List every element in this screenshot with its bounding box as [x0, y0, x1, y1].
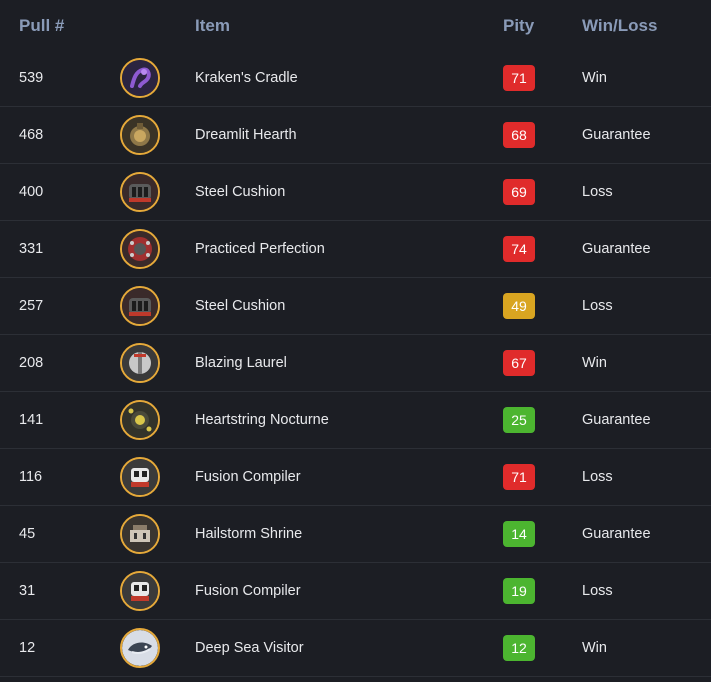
pity-cell: 25 [503, 392, 535, 448]
item-icon-cell [120, 620, 160, 676]
item-icon-cell [120, 392, 160, 448]
item-name: Blazing Laurel [195, 355, 287, 371]
item-icon-cell [120, 278, 160, 334]
table-row: 141 Heartstring Nocturne 25 Guarantee [0, 391, 711, 448]
pull-number: 400 [19, 184, 44, 200]
table-row: 31 Fusion Compiler 19 Loss [0, 562, 711, 619]
pity-badge: 71 [503, 464, 535, 490]
pity-badge: 71 [503, 65, 535, 91]
win-loss: Guarantee [582, 412, 651, 428]
table-header: Pull # Item Pity Win/Loss [0, 0, 711, 50]
laurel-icon [120, 343, 160, 383]
hearth-icon [120, 115, 160, 155]
table-row: 331 Practiced Perfection 74 Guarantee [0, 220, 711, 277]
pull-number: 141 [19, 412, 44, 428]
pity-cell: 19 [503, 563, 535, 619]
table-row: 12 Deep Sea Visitor 12 Win [0, 619, 711, 676]
pull-number: 12 [19, 640, 36, 656]
pull-number: 539 [19, 70, 44, 86]
table-row: 208 Blazing Laurel 67 Win [0, 334, 711, 391]
pity-badge: 68 [503, 122, 535, 148]
item-name: Steel Cushion [195, 184, 286, 200]
win-loss: Guarantee [582, 127, 651, 143]
header-pull: Pull # [19, 16, 65, 35]
pity-badge: 14 [503, 521, 535, 547]
perfection-icon [120, 229, 160, 269]
pull-history-table: Pull # Item Pity Win/Loss 539 Kraken's Cr… [0, 0, 711, 677]
pull-number: 31 [19, 583, 36, 599]
item-icon-cell [120, 50, 160, 106]
table-bottom-border [0, 676, 711, 677]
table-row: 400 Steel Cushion 69 Loss [0, 163, 711, 220]
kraken-icon [120, 58, 160, 98]
table-body: 539 Kraken's Cradle 71 Win 468 Dreamlit Heart… [0, 50, 711, 677]
pity-cell: 71 [503, 449, 535, 505]
pity-badge: 69 [503, 179, 535, 205]
win-loss: Win [582, 355, 607, 371]
win-loss: Guarantee [582, 526, 651, 542]
pity-cell: 74 [503, 221, 535, 277]
item-name: Fusion Compiler [195, 469, 301, 485]
item-name: Dreamlit Hearth [195, 127, 297, 143]
compiler-icon [120, 457, 160, 497]
item-name: Hailstorm Shrine [195, 526, 303, 542]
win-loss: Loss [582, 469, 613, 485]
item-name: Heartstring Nocturne [195, 412, 329, 428]
pull-number: 45 [19, 526, 36, 542]
pity-cell: 68 [503, 107, 535, 163]
item-icon-cell [120, 335, 160, 391]
item-icon-cell [120, 164, 160, 220]
pity-cell: 71 [503, 50, 535, 106]
item-name: Steel Cushion [195, 298, 286, 314]
header-pity: Pity [503, 16, 535, 35]
pull-number: 331 [19, 241, 44, 257]
pull-number: 208 [19, 355, 44, 371]
item-name: Fusion Compiler [195, 583, 301, 599]
pity-badge: 19 [503, 578, 535, 604]
table-row: 539 Kraken's Cradle 71 Win [0, 50, 711, 106]
pity-badge: 25 [503, 407, 535, 433]
pity-badge: 74 [503, 236, 535, 262]
pity-badge: 49 [503, 293, 535, 319]
win-loss: Win [582, 70, 607, 86]
table-row: 45 Hailstorm Shrine 14 Guarantee [0, 505, 711, 562]
item-icon-cell [120, 221, 160, 277]
pity-cell: 69 [503, 164, 535, 220]
pity-cell: 14 [503, 506, 535, 562]
header-item: Item [195, 16, 230, 35]
win-loss: Guarantee [582, 241, 651, 257]
win-loss: Win [582, 640, 607, 656]
pull-number: 257 [19, 298, 44, 314]
header-winloss: Win/Loss [582, 16, 658, 35]
pity-badge: 67 [503, 350, 535, 376]
win-loss: Loss [582, 583, 613, 599]
pity-badge: 12 [503, 635, 535, 661]
item-name: Kraken's Cradle [195, 70, 298, 86]
table-row: 257 Steel Cushion 49 Loss [0, 277, 711, 334]
nocturne-icon [120, 400, 160, 440]
table-row: 116 Fusion Compiler 71 Loss [0, 448, 711, 505]
item-icon-cell [120, 449, 160, 505]
pity-cell: 67 [503, 335, 535, 391]
table-row: 468 Dreamlit Hearth 68 Guarantee [0, 106, 711, 163]
item-icon-cell [120, 107, 160, 163]
pity-cell: 12 [503, 620, 535, 676]
deepsea-icon [120, 628, 160, 668]
shrine-icon [120, 514, 160, 554]
item-name: Deep Sea Visitor [195, 640, 304, 656]
compiler-icon [120, 571, 160, 611]
cushion-icon [120, 172, 160, 212]
win-loss: Loss [582, 298, 613, 314]
cushion-icon [120, 286, 160, 326]
pull-number: 116 [19, 469, 43, 485]
item-name: Practiced Perfection [195, 241, 325, 257]
pull-number: 468 [19, 127, 44, 143]
item-icon-cell [120, 563, 160, 619]
item-icon-cell [120, 506, 160, 562]
pity-cell: 49 [503, 278, 535, 334]
win-loss: Loss [582, 184, 613, 200]
